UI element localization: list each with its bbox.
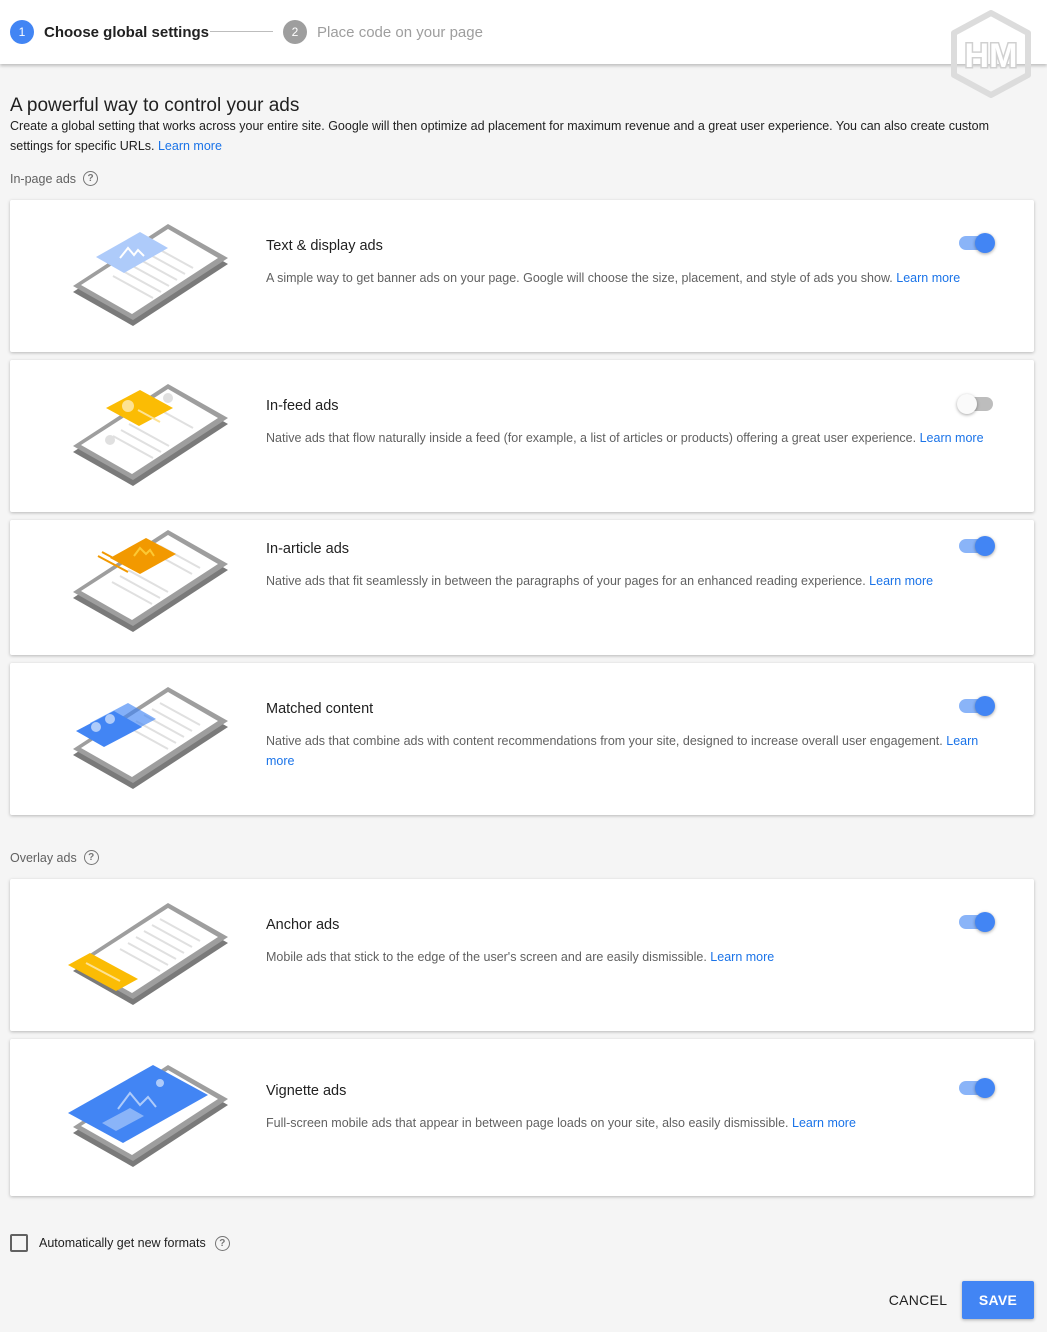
cancel-button[interactable]: CANCEL — [880, 1282, 956, 1318]
step-connector — [210, 31, 273, 32]
step-number-badge: 2 — [283, 20, 307, 44]
step-place-code[interactable]: 2 Place code on your page — [283, 20, 483, 44]
help-icon[interactable]: ? — [83, 171, 99, 186]
card-description-text: Native ads that combine ads with content… — [266, 734, 943, 748]
card-text-display-ads: Text & display ads A simple way to get b… — [10, 200, 1034, 352]
card-learn-more-link[interactable]: Learn more — [710, 950, 774, 964]
card-title: In-article ads — [266, 541, 350, 557]
card-in-article-ads: In-article ads Native ads that fit seaml… — [10, 520, 1034, 655]
section-label-text: In-page ads — [10, 171, 77, 186]
card-title: Text & display ads — [266, 238, 383, 254]
auto-formats-label: Automatically get new formats — [39, 1236, 206, 1250]
hm-logo-text: HM — [965, 37, 1018, 75]
intro-body: Create a global setting that works acros… — [10, 119, 989, 153]
matched-content-toggle[interactable] — [957, 694, 995, 718]
card-description: Mobile ads that stick to the edge of the… — [266, 947, 986, 967]
card-learn-more-link[interactable]: Learn more — [896, 271, 960, 285]
matched-content-illustration-icon — [73, 687, 228, 789]
in-article-ads-toggle[interactable] — [957, 534, 995, 558]
step-choose-global-settings[interactable]: 1 Choose global settings — [10, 20, 209, 44]
card-description: Native ads that flow naturally inside a … — [266, 428, 986, 448]
step-label: Place code on your page — [317, 23, 483, 41]
card-title: In-feed ads — [266, 398, 339, 414]
card-anchor-ads: Anchor ads Mobile ads that stick to the … — [10, 879, 1034, 1031]
toggle-thumb — [957, 394, 977, 414]
auto-formats-checkbox[interactable] — [10, 1234, 28, 1252]
step-number-badge: 1 — [10, 20, 34, 44]
card-learn-more-link[interactable]: Learn more — [792, 1116, 856, 1130]
card-description: Native ads that fit seamlessly in betwee… — [266, 571, 986, 591]
card-title: Vignette ads — [266, 1083, 347, 1099]
card-matched-content: Matched content Native ads that combine … — [10, 663, 1034, 815]
in-feed-ads-illustration-icon — [73, 384, 228, 486]
card-title: Matched content — [266, 701, 374, 717]
intro-learn-more-link[interactable]: Learn more — [158, 139, 222, 153]
card-description: A simple way to get banner ads on your p… — [266, 268, 986, 288]
section-label-text: Overlay ads — [10, 850, 77, 865]
card-learn-more-link[interactable]: Learn more — [869, 574, 933, 588]
step-label: Choose global settings — [44, 23, 210, 41]
help-icon[interactable]: ? — [83, 850, 99, 865]
intro-text: Create a global setting that works acros… — [10, 116, 1035, 156]
toggle-thumb — [975, 1078, 995, 1098]
hm-logo: HM — [951, 10, 1031, 98]
auto-formats-row: Automatically get new formats ? — [10, 1234, 230, 1252]
card-description-text: Mobile ads that stick to the edge of the… — [266, 950, 707, 964]
overlay-ads-label: Overlay ads ? — [10, 850, 99, 865]
save-button[interactable]: SAVE — [962, 1281, 1034, 1319]
vignette-ads-illustration-icon — [68, 1065, 228, 1167]
page-title: A powerful way to control your ads — [10, 95, 300, 116]
card-description-text: A simple way to get banner ads on your p… — [266, 271, 893, 285]
anchor-ads-toggle[interactable] — [957, 910, 995, 934]
card-vignette-ads: Vignette ads Full-screen mobile ads that… — [10, 1039, 1034, 1196]
help-icon[interactable]: ? — [214, 1235, 230, 1251]
toggle-thumb — [975, 536, 995, 556]
in-page-ads-label: In-page ads ? — [10, 171, 99, 186]
card-in-feed-ads: In-feed ads Native ads that flow natural… — [10, 360, 1034, 512]
toggle-thumb — [975, 912, 995, 932]
card-description-text: Native ads that flow naturally inside a … — [266, 431, 917, 445]
card-title: Anchor ads — [266, 917, 340, 933]
stepper-bar: 1 Choose global settings 2 Place code on… — [0, 0, 1047, 64]
toggle-thumb — [975, 696, 995, 716]
card-description: Full-screen mobile ads that appear in be… — [266, 1113, 986, 1133]
card-description-text: Native ads that fit seamlessly in betwee… — [266, 574, 866, 588]
card-learn-more-link[interactable]: Learn more — [920, 431, 984, 445]
text-display-ads-toggle[interactable] — [957, 231, 995, 255]
anchor-ads-illustration-icon — [68, 903, 228, 1005]
vignette-ads-toggle[interactable] — [957, 1076, 995, 1100]
text-display-ads-illustration-icon — [73, 224, 228, 326]
toggle-thumb — [975, 233, 995, 253]
in-article-ads-illustration-icon — [73, 530, 228, 632]
card-description-text: Full-screen mobile ads that appear in be… — [266, 1116, 789, 1130]
card-description: Native ads that combine ads with content… — [266, 731, 986, 771]
in-feed-ads-toggle[interactable] — [957, 392, 995, 416]
